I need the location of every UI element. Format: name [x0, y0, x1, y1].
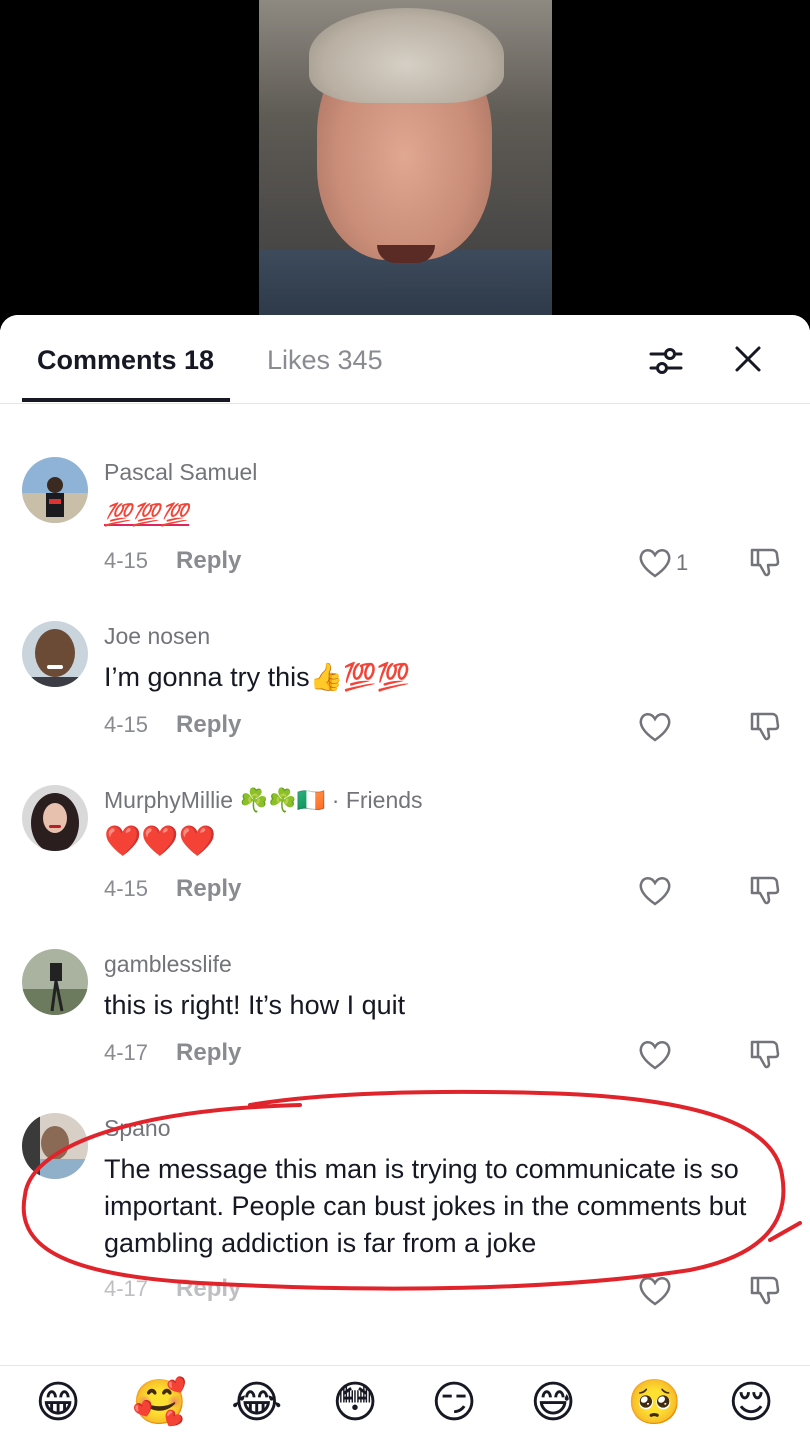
comment-username[interactable]: Pascal Samuel — [104, 459, 257, 486]
video-player[interactable] — [0, 0, 810, 330]
comment-list[interactable]: Pascal Samuel 💯💯💯 4-15 Reply 1 Joe nosen … — [0, 403, 810, 1363]
avatar[interactable] — [22, 949, 88, 1015]
thumbs-down-icon[interactable] — [748, 1273, 782, 1307]
comment-meta: 4-17 Reply — [104, 1275, 241, 1303]
video-frame — [259, 0, 552, 330]
emoji-grin[interactable]: 😁 — [33, 1378, 83, 1428]
sliders-icon[interactable] — [648, 343, 684, 379]
sheet-header: Comments 18 Likes 345 — [0, 315, 810, 404]
heart-outline-icon[interactable] — [638, 1039, 672, 1071]
video-mouth — [377, 245, 435, 263]
comment-meta: 4-15 Reply — [104, 547, 241, 575]
close-icon[interactable] — [730, 341, 766, 377]
comment-username[interactable]: Spano — [104, 1115, 171, 1142]
comment-date: 4-17 — [104, 1040, 149, 1065]
reply-button[interactable]: Reply — [176, 547, 241, 574]
reply-button[interactable]: Reply — [176, 1039, 241, 1066]
comment-text: 💯💯💯 — [104, 495, 794, 533]
like-count: 1 — [676, 550, 689, 575]
emoji-tears-of-joy[interactable]: 😂 — [231, 1378, 282, 1428]
comment-text: The message this man is trying to commun… — [104, 1154, 747, 1258]
reply-button[interactable]: Reply — [176, 875, 241, 902]
emoji-pleading[interactable]: 🥺 — [627, 1378, 682, 1428]
video-hair — [309, 8, 504, 103]
comments-sheet: Comments 18 Likes 345 Pascal Samuel 💯💯💯 — [0, 315, 810, 1440]
friends-badge: · Friends — [325, 787, 423, 813]
comment-username[interactable]: Joe nosen — [104, 623, 210, 650]
heart-outline-icon[interactable] — [638, 875, 672, 907]
avatar[interactable] — [22, 1113, 88, 1179]
comment-date: 4-17 — [104, 1276, 149, 1301]
comment-username[interactable]: gamblesslife — [104, 951, 232, 978]
tab-underline — [22, 398, 230, 402]
reply-button[interactable]: Reply — [176, 1275, 241, 1302]
username-text[interactable]: MurphyMillie ☘️☘️🇮🇪 — [104, 787, 325, 813]
emoji-flushed[interactable]: 😳 — [330, 1378, 380, 1428]
comment-meta: 4-15 Reply — [104, 711, 241, 739]
tab-comments[interactable]: Comments 18 — [37, 345, 214, 376]
avatar[interactable] — [22, 621, 88, 687]
thumbs-down-icon[interactable] — [748, 545, 782, 579]
avatar[interactable] — [22, 785, 88, 851]
emoji-smiling-hearts[interactable]: 🥰 — [132, 1378, 187, 1428]
thumbs-down-icon[interactable] — [748, 1037, 782, 1071]
heart-outline-icon[interactable] — [638, 547, 672, 579]
comment-date: 4-15 — [104, 712, 149, 737]
emoji-quick-bar: 😁 🥰 😂 😳 😏 😅 🥺 😌 — [0, 1365, 810, 1440]
comment-date: 4-15 — [104, 876, 149, 901]
thumbs-down-icon[interactable] — [748, 873, 782, 907]
comment-text: I’m gonna try this👍💯💯 — [104, 662, 411, 692]
comment-meta: 4-15 Reply — [104, 875, 241, 903]
emoji-relieved[interactable]: 😌 — [726, 1378, 776, 1428]
emoji-smirk[interactable]: 😏 — [429, 1378, 479, 1428]
tab-likes[interactable]: Likes 345 — [267, 345, 383, 376]
emoji-sweat-smile[interactable]: 😅 — [528, 1378, 578, 1428]
comment-meta: 4-17 Reply — [104, 1039, 241, 1067]
heart-outline-icon[interactable] — [638, 711, 672, 743]
comment-text-emoji: 💯💯💯 — [104, 502, 190, 527]
previous-comment-fragment — [0, 403, 810, 411]
heart-outline-icon[interactable] — [638, 1275, 672, 1307]
comment-text: ❤️❤️❤️ — [104, 825, 217, 858]
reply-button[interactable]: Reply — [176, 711, 241, 738]
comment-date: 4-15 — [104, 548, 149, 573]
avatar[interactable] — [22, 457, 88, 523]
thumbs-down-icon[interactable] — [748, 709, 782, 743]
comment-text: this is right! It’s how I quit — [104, 990, 406, 1020]
comment-username[interactable]: MurphyMillie ☘️☘️🇮🇪 · Friends — [104, 787, 423, 814]
